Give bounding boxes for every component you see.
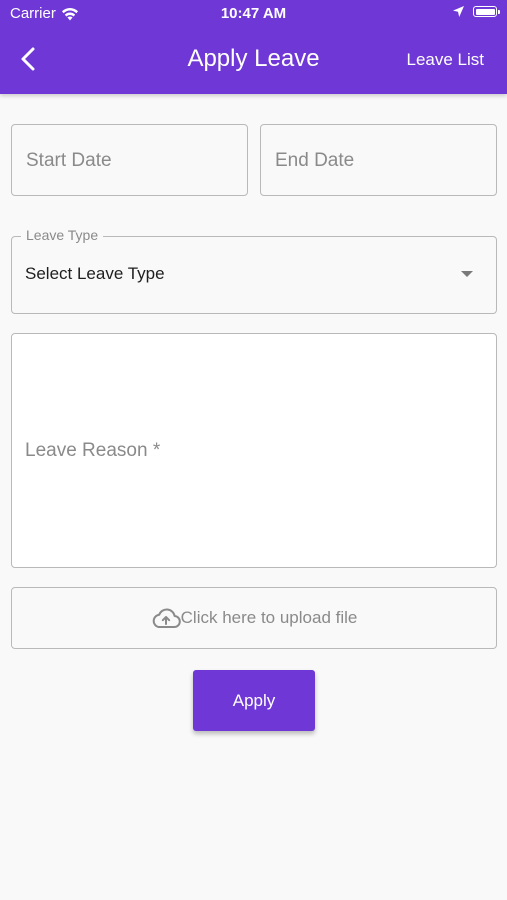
leave-reason-placeholder: Leave Reason * — [25, 440, 161, 461]
leave-reason-textarea[interactable]: Leave Reason * — [11, 333, 497, 568]
end-date-placeholder: End Date — [275, 150, 355, 171]
status-bar: Carrier 10:47 AM — [0, 0, 507, 28]
status-time: 10:47 AM — [220, 5, 287, 22]
upload-file-button[interactable]: Click here to upload file — [11, 587, 497, 649]
end-date-field[interactable]: End Date — [260, 124, 497, 196]
battery-level — [475, 8, 495, 15]
battery-icon — [473, 6, 500, 17]
cloud-upload-icon — [152, 608, 181, 628]
leave-type-dropdown[interactable]: Leave Type Select Leave Type — [11, 227, 497, 314]
status-indicators — [452, 5, 500, 18]
app-bar: Carrier 10:47 AM Apply Leave Leave List — [0, 0, 507, 94]
upload-label: Click here to upload file — [180, 608, 358, 627]
location-arrow-icon — [453, 6, 464, 17]
dropdown-caret-icon — [461, 271, 473, 277]
apply-button[interactable]: Apply — [193, 670, 315, 731]
start-date-field[interactable]: Start Date — [11, 124, 248, 196]
leave-list-button[interactable]: Leave List — [407, 50, 485, 70]
leave-type-label: Leave Type — [21, 227, 104, 243]
leave-type-value: Select Leave Type — [25, 264, 165, 283]
upload-content: Click here to upload file — [12, 607, 496, 629]
start-date-placeholder: Start Date — [26, 150, 112, 171]
